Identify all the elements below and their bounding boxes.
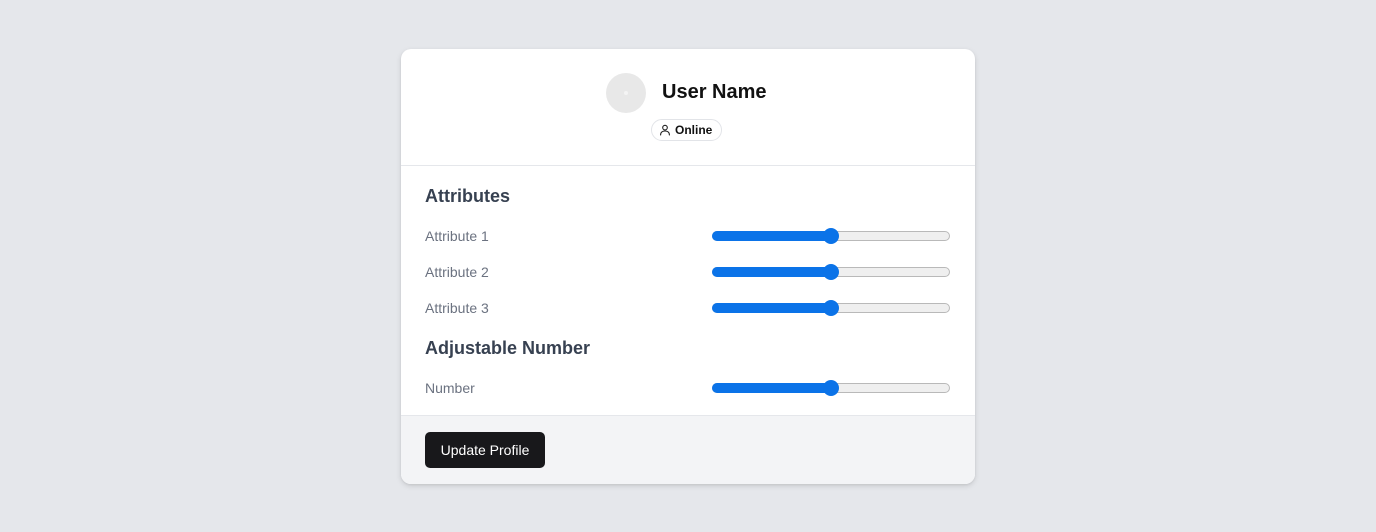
slider-thumb[interactable] [823, 300, 839, 316]
card-footer: Update Profile [401, 415, 975, 484]
slider-thumb[interactable] [823, 264, 839, 280]
attribute-3-slider[interactable] [712, 300, 950, 316]
profile-card: User Name Online Attributes Attribute 1 … [401, 49, 975, 484]
user-icon [658, 124, 671, 137]
adjustable-number-heading: Adjustable Number [425, 338, 591, 358]
slider-thumb[interactable] [823, 228, 839, 244]
number-label: Number [425, 380, 475, 396]
number-slider[interactable] [712, 380, 950, 396]
status-badge: Online [651, 119, 723, 141]
attribute-3-label: Attribute 3 [425, 300, 489, 316]
user-name: User Name [662, 81, 767, 103]
slider-thumb[interactable] [823, 380, 839, 396]
profile-header: User Name Online [401, 49, 975, 166]
attributes-heading: Attributes [425, 186, 510, 206]
avatar [606, 73, 646, 113]
attribute-2-label: Attribute 2 [425, 264, 489, 280]
attribute-1-label: Attribute 1 [425, 228, 489, 244]
attribute-2-slider[interactable] [712, 264, 950, 280]
status-label: Online [675, 123, 713, 137]
update-profile-button[interactable]: Update Profile [425, 432, 545, 468]
attribute-1-slider[interactable] [712, 228, 950, 244]
